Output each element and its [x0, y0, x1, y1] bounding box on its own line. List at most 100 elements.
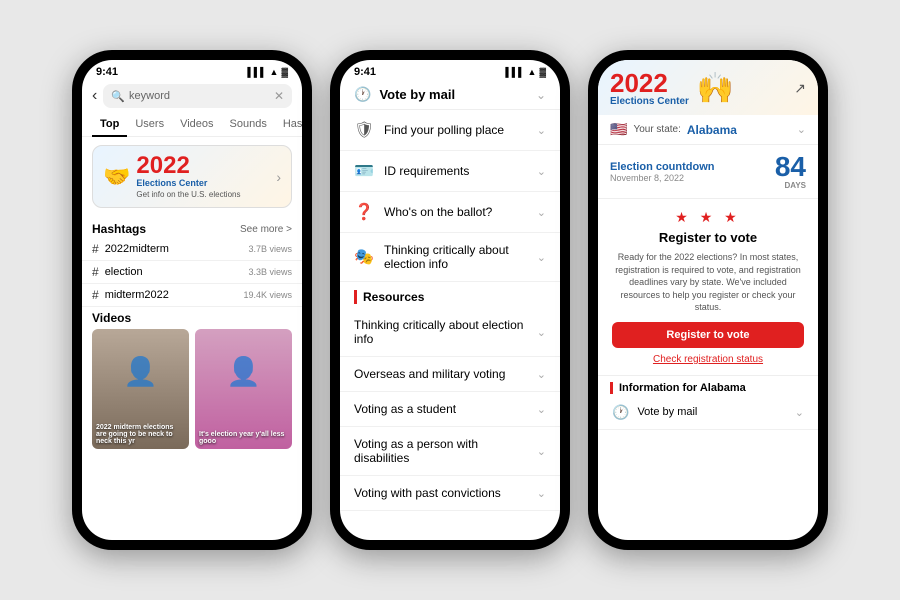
time-2: 9:41 — [354, 66, 376, 78]
check-status-link[interactable]: Check registration status — [612, 354, 804, 365]
hashtag-row-3[interactable]: # midterm2022 19.4K views — [82, 284, 302, 307]
menu-item-ballot-text: Who's on the ballot? — [384, 205, 527, 219]
chevron-r3: ⌄ — [537, 403, 546, 416]
clear-icon[interactable]: ✕ — [274, 89, 284, 103]
wifi-icon: ▲ — [270, 67, 279, 77]
resources-title: Resources — [354, 290, 546, 304]
resource-text-4: Voting as a person with disabilities — [354, 437, 527, 465]
countdown-days: DAYS — [775, 181, 806, 190]
menu-chevron-icon: ⌄ — [536, 88, 546, 102]
search-tabs: Top Users Videos Sounds Hashtags — [82, 112, 302, 137]
search-value: keyword — [129, 90, 170, 102]
phone-1-screen: 9:41 ▌▌▌ ▲ ▓ ‹ 🔍 keyword ✕ Top User — [82, 60, 302, 540]
hashtag-row-2[interactable]: # election 3.3B views — [82, 261, 302, 284]
state-chevron-icon: ⌄ — [797, 123, 806, 136]
search-input[interactable]: 🔍 keyword ✕ — [103, 84, 292, 108]
register-section: ★ ★ ★ Register to vote Ready for the 202… — [598, 199, 818, 376]
state-row[interactable]: 🇺🇸 Your state: Alabama ⌄ — [598, 115, 818, 145]
state-label: Your state: — [633, 124, 680, 135]
countdown-number: 84 — [775, 153, 806, 181]
resource-text-1: Thinking critically about election info — [354, 318, 527, 346]
see-more-link[interactable]: See more > — [240, 224, 292, 235]
countdown-date: November 8, 2022 — [610, 173, 775, 183]
battery-icon: ▓ — [281, 67, 288, 77]
elections-year: 2022 — [136, 154, 276, 178]
resource-item-5[interactable]: Voting with past convictions ⌄ — [340, 476, 560, 511]
elections-banner[interactable]: 🤝 2022 Elections Center Get info on the … — [92, 145, 292, 208]
videos-title: Videos — [92, 311, 292, 325]
menu-item-polling[interactable]: 🛡 Find your polling place ⌄ — [340, 110, 560, 151]
resources-section: Resources — [340, 282, 560, 308]
menu-header-title: Vote by mail — [379, 87, 528, 102]
search-row: ‹ 🔍 keyword ✕ — [82, 80, 302, 112]
p3-banner-text: 2022 Elections Center — [610, 70, 689, 107]
hashtag-icon-2: # — [92, 265, 99, 279]
video-thumb-1[interactable]: 👤 2022 midterm elections are going to be… — [92, 329, 189, 449]
countdown-right: 84 DAYS — [775, 153, 806, 190]
info-alabama-section: Information for Alabama — [598, 376, 818, 396]
back-button[interactable]: ‹ — [92, 87, 97, 105]
question-icon: ❓ — [354, 202, 374, 222]
chevron-r5: ⌄ — [537, 487, 546, 500]
menu-header[interactable]: 🕐 Vote by mail ⌄ — [340, 80, 560, 110]
share-icon[interactable]: ↗ — [794, 80, 806, 97]
menu-item-id[interactable]: 🪪 ID requirements ⌄ — [340, 151, 560, 192]
clock-icon: 🕐 — [354, 86, 371, 103]
tab-sounds[interactable]: Sounds — [222, 112, 275, 136]
resource-text-5: Voting with past convictions — [354, 486, 527, 500]
tab-users[interactable]: Users — [127, 112, 172, 136]
search-icon: 🔍 — [111, 90, 125, 103]
hashtag-views-2: 3.3B views — [248, 267, 292, 277]
stars-decoration: ★ ★ ★ — [612, 209, 804, 226]
video-caption-2: It's election year y'all less gooo — [199, 431, 288, 445]
face-placeholder-1: 👤 — [92, 329, 189, 413]
chevron-r1: ⌄ — [537, 326, 546, 339]
resource-item-2[interactable]: Overseas and military voting ⌄ — [340, 357, 560, 392]
elections-sub: Get info on the U.S. elections — [136, 190, 276, 199]
elections-text: 2022 Elections Center Get info on the U.… — [136, 154, 276, 199]
elections-center-label: Elections Center — [136, 178, 276, 188]
phone-2: 9:41 ▌▌▌ ▲ ▓ 🕐 Vote by mail ⌄ 🛡 Find you… — [330, 50, 570, 550]
resource-item-4[interactable]: Voting as a person with disabilities ⌄ — [340, 427, 560, 476]
video-caption-1: 2022 midterm elections are going to be n… — [96, 424, 185, 445]
p3-hands-icon: 🙌 — [697, 71, 734, 106]
hashtag-name-3: midterm2022 — [105, 289, 238, 301]
tab-videos[interactable]: Videos — [172, 112, 221, 136]
hashtag-name-2: election — [105, 266, 243, 278]
wifi-icon-2: ▲ — [528, 67, 537, 77]
countdown-row: Election countdown November 8, 2022 84 D… — [598, 145, 818, 199]
hashtag-icon-3: # — [92, 288, 99, 302]
menu-item-ballot[interactable]: ❓ Who's on the ballot? ⌄ — [340, 192, 560, 233]
chevron-r4: ⌄ — [537, 445, 546, 458]
p3-chevron-icon: ⌄ — [795, 406, 804, 419]
register-text: Ready for the 2022 elections? In most st… — [612, 251, 804, 314]
video-thumb-2[interactable]: 👤 It's election year y'all less gooo — [195, 329, 292, 449]
menu-item-critical[interactable]: 🎭 Thinking critically about election inf… — [340, 233, 560, 282]
chevron-polling: ⌄ — [537, 124, 546, 137]
register-title: Register to vote — [612, 230, 804, 245]
signal-icon-2: ▌▌▌ — [505, 67, 524, 77]
time-1: 9:41 — [96, 66, 118, 78]
think-icon: 🎭 — [354, 247, 374, 267]
shield-icon: 🛡 — [354, 120, 374, 140]
resource-text-3: Voting as a student — [354, 402, 527, 416]
phone-2-screen: 9:41 ▌▌▌ ▲ ▓ 🕐 Vote by mail ⌄ 🛡 Find you… — [340, 60, 560, 540]
tab-top[interactable]: Top — [92, 112, 127, 136]
id-icon: 🪪 — [354, 161, 374, 181]
face-placeholder-2: 👤 — [195, 329, 292, 413]
tab-hashtags[interactable]: Hashtags — [275, 112, 302, 136]
resource-item-1[interactable]: Thinking critically about election info … — [340, 308, 560, 357]
register-button[interactable]: Register to vote — [612, 322, 804, 348]
hashtag-name-1: 2022midterm — [105, 243, 243, 255]
p3-vote-mail[interactable]: 🕐 Vote by mail ⌄ — [598, 396, 818, 430]
hashtag-row-1[interactable]: # 2022midterm 3.7B views — [82, 238, 302, 261]
status-bar-1: 9:41 ▌▌▌ ▲ ▓ — [82, 60, 302, 80]
p3-ec-label: Elections Center — [610, 96, 689, 107]
info-header: Information for Alabama — [610, 382, 806, 394]
status-icons-1: ▌▌▌ ▲ ▓ — [247, 67, 288, 77]
hashtag-icon-1: # — [92, 242, 99, 256]
resource-item-3[interactable]: Voting as a student ⌄ — [340, 392, 560, 427]
chevron-critical: ⌄ — [537, 251, 546, 264]
chevron-ballot: ⌄ — [537, 206, 546, 219]
countdown-title: Election countdown — [610, 161, 775, 173]
